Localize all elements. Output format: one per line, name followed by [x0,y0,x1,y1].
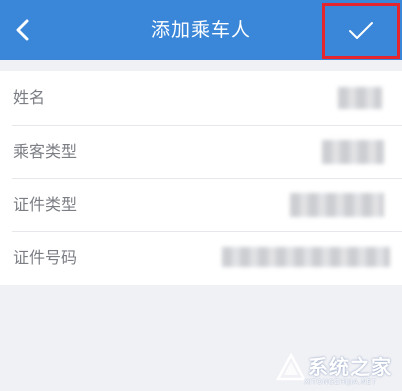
name-field-value[interactable] [338,87,382,109]
chevron-left-icon [16,19,29,41]
back-button[interactable] [6,12,40,48]
passenger-type-value[interactable] [322,140,384,164]
name-label: 姓名 [13,88,46,107]
passenger-type-label: 乘客类型 [13,142,78,161]
form-row-name[interactable]: 姓名 [0,71,402,124]
form-row-id-type[interactable]: 证件类型 [0,178,402,231]
watermark-logo [276,353,306,381]
check-icon [349,22,373,39]
top-app-bar: 添加乘车人 [0,0,402,60]
id-number-label: 证件号码 [13,248,78,267]
watermark-brand: 系统之家 [308,355,392,379]
page-title: 添加乘车人 [150,19,251,41]
watermark-url: XITONGZHIJIA.NET [304,378,377,386]
form-row-id-number[interactable]: 证件号码 [0,231,402,284]
watermark: 系统之家 XITONGZHIJIA.NET [276,351,394,387]
id-type-label: 证件类型 [13,195,78,214]
form-row-passenger-type[interactable]: 乘客类型 [0,125,402,178]
id-type-value[interactable] [290,193,384,217]
id-number-value[interactable] [222,247,390,267]
confirm-button[interactable] [322,3,400,59]
passenger-form: 姓名 乘客类型 证件类型 证件号码 [0,71,402,285]
